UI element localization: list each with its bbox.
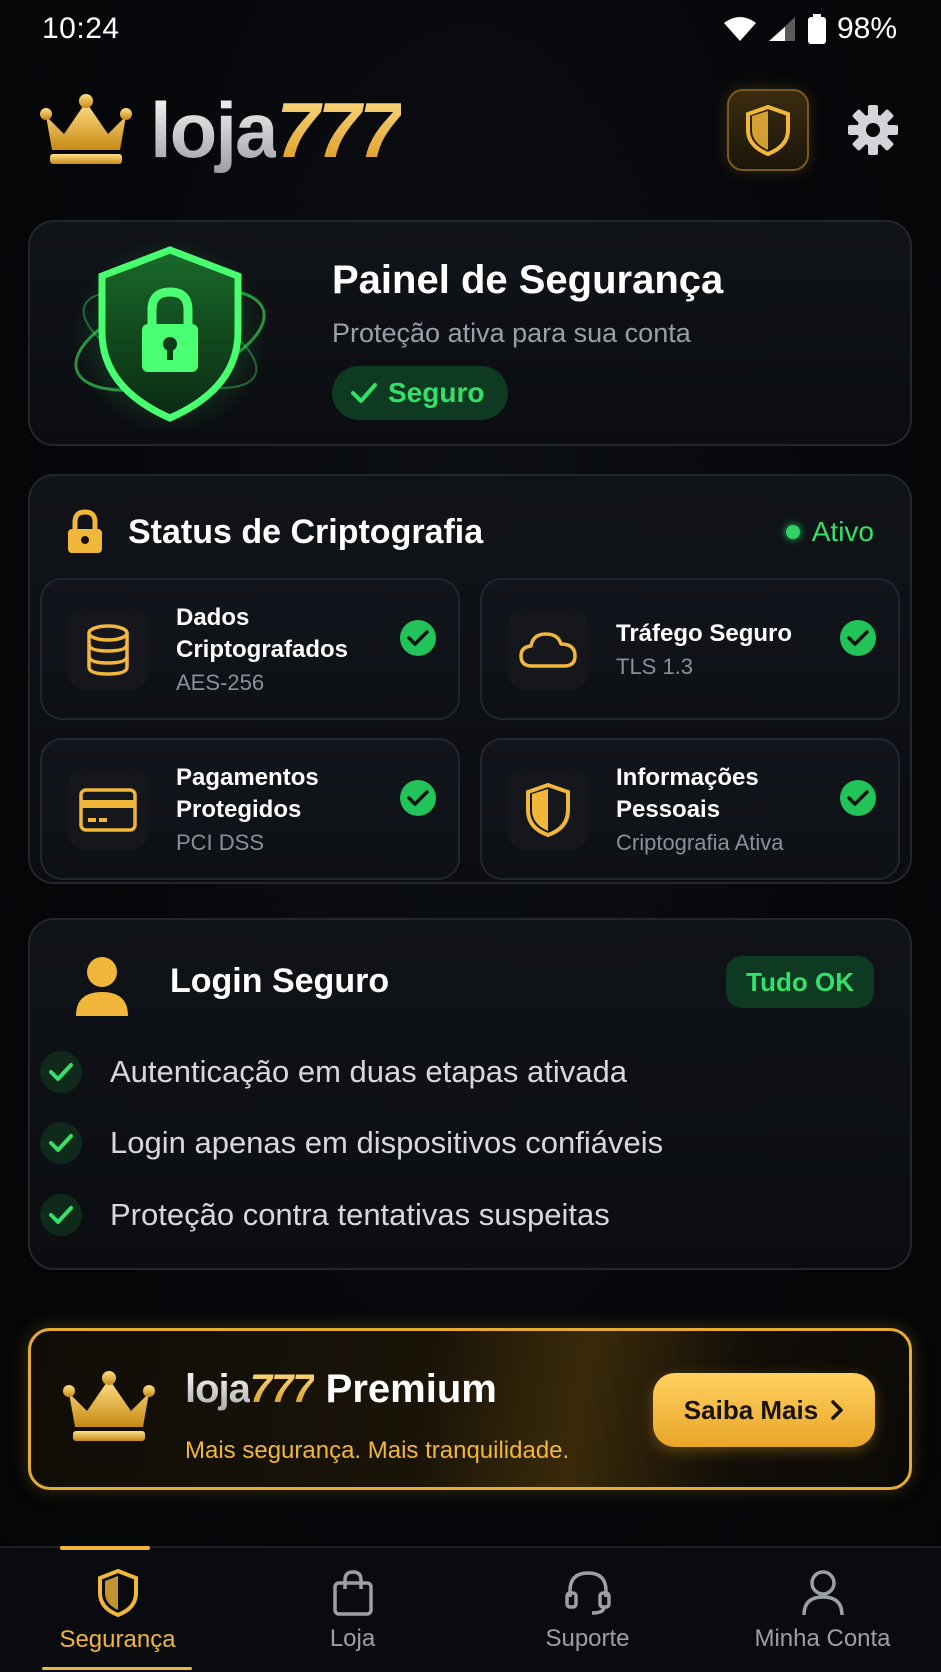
encryption-tile-traffic[interactable]: Tráfego Seguro TLS 1.3 bbox=[480, 578, 900, 720]
tile-title: Tráfego Seguro bbox=[616, 620, 793, 647]
nav-item-store[interactable]: Loja bbox=[235, 1548, 470, 1672]
gear-icon bbox=[848, 105, 898, 155]
cloud-icon bbox=[519, 632, 577, 668]
database-icon bbox=[87, 624, 129, 676]
encryption-tile-payments[interactable]: Pagamentos Protegidos PCI DSS bbox=[40, 738, 460, 880]
lock-icon bbox=[68, 509, 102, 553]
status-badge-label: Seguro bbox=[388, 377, 485, 408]
nav-item-security[interactable]: Segurança bbox=[0, 1546, 235, 1672]
premium-title: loja777 Premium bbox=[185, 1367, 497, 1412]
check-circle-icon bbox=[40, 1194, 82, 1236]
encryption-title: Status de Criptografia bbox=[128, 512, 484, 551]
user-icon bbox=[801, 1570, 844, 1616]
shield-icon bbox=[97, 1568, 138, 1618]
shopping-bag-icon bbox=[332, 1570, 373, 1616]
login-feature-label: Proteção contra tentativas suspeitas bbox=[110, 1197, 610, 1232]
login-feature-label: Login apenas em dispositivos confiáveis bbox=[110, 1125, 664, 1160]
tile-title: Dados Criptografados bbox=[176, 604, 349, 663]
encryption-status-label: Ativo bbox=[811, 516, 874, 547]
panel-subtitle: Proteção ativa para sua conta bbox=[332, 318, 691, 348]
encryption-status: Ativo bbox=[785, 516, 874, 548]
nav-item-account[interactable]: Minha Conta bbox=[705, 1548, 940, 1672]
security-panel-card: Painel de Segurança Proteção ativa para … bbox=[28, 220, 912, 446]
login-feature-item: Proteção contra tentativas suspeitas bbox=[40, 1191, 610, 1239]
login-feature-label: Autenticação em duas etapas ativada bbox=[110, 1054, 628, 1089]
check-circle-icon bbox=[40, 1122, 82, 1164]
learn-more-button[interactable]: Saiba Mais bbox=[653, 1373, 875, 1447]
nav-label: Loja bbox=[329, 1625, 376, 1652]
nav-label: Suporte bbox=[545, 1625, 630, 1652]
credit-card-icon bbox=[79, 788, 137, 832]
login-status-badge: Tudo OK bbox=[726, 956, 874, 1008]
wifi-icon bbox=[723, 17, 756, 41]
chevron-right-icon bbox=[831, 1400, 843, 1420]
nav-label: Segurança bbox=[59, 1626, 176, 1653]
clock: 10:24 bbox=[42, 12, 120, 45]
bottom-navigation: Segurança Loja Suporte Minha Conta bbox=[0, 1546, 941, 1672]
premium-subtitle: Mais segurança. Mais tranquilidade. bbox=[185, 1437, 570, 1464]
app-header: loja777 bbox=[40, 82, 901, 178]
check-icon bbox=[400, 620, 436, 656]
login-feature-item: Autenticação em duas etapas ativada bbox=[40, 1048, 627, 1096]
encryption-header: Status de Criptografia Ativo bbox=[66, 504, 874, 560]
logo-text-part1: loja bbox=[150, 86, 278, 174]
check-icon bbox=[840, 780, 876, 816]
encryption-tile-personal[interactable]: Informações Pessoais Criptografia Ativa bbox=[480, 738, 900, 880]
shield-icon bbox=[746, 104, 790, 156]
check-icon bbox=[840, 620, 876, 656]
nav-label: Minha Conta bbox=[754, 1625, 891, 1652]
tile-title: Pagamentos Protegidos bbox=[176, 764, 319, 823]
user-icon bbox=[76, 957, 128, 1016]
status-badge: Seguro bbox=[332, 366, 509, 420]
tile-subtitle: Criptografia Ativa bbox=[616, 830, 784, 855]
headset-icon bbox=[564, 1571, 611, 1615]
encryption-status-card: Status de Criptografia Ativo Dados Cript… bbox=[28, 474, 912, 884]
header-actions bbox=[727, 89, 901, 171]
crown-icon bbox=[63, 1371, 155, 1441]
battery-icon bbox=[807, 14, 826, 44]
shield-icon bbox=[526, 782, 570, 838]
check-circle-icon bbox=[40, 1051, 82, 1093]
premium-banner[interactable]: loja777 Premium Mais segurança. Mais tra… bbox=[28, 1328, 912, 1490]
check-icon bbox=[351, 383, 377, 403]
tile-title: Informações Pessoais bbox=[616, 764, 759, 823]
green-shield-lock-icon bbox=[72, 238, 268, 434]
login-title: Login Seguro bbox=[170, 962, 390, 1000]
premium-brand-part2: 777 bbox=[249, 1367, 315, 1411]
logo-text-part2: 777 bbox=[276, 86, 402, 174]
signal-icon bbox=[768, 17, 795, 41]
crown-icon bbox=[40, 94, 132, 164]
security-shield-button[interactable] bbox=[727, 89, 809, 171]
encryption-tile-data[interactable]: Dados Criptografados AES-256 bbox=[40, 578, 460, 720]
tile-subtitle: TLS 1.3 bbox=[616, 654, 694, 679]
learn-more-label: Saiba Mais bbox=[683, 1394, 819, 1425]
logo-text: loja777 bbox=[150, 91, 403, 169]
status-dot bbox=[785, 525, 800, 539]
tile-subtitle: AES-256 bbox=[176, 670, 265, 695]
check-icon bbox=[400, 780, 436, 816]
tile-subtitle: PCI DSS bbox=[176, 830, 265, 855]
panel-title: Painel de Segurança bbox=[332, 258, 724, 302]
premium-title-label: Premium bbox=[325, 1367, 497, 1411]
premium-brand-part1: loja bbox=[185, 1367, 251, 1411]
nav-item-support[interactable]: Suporte bbox=[470, 1548, 705, 1672]
login-feature-item: Login apenas em dispositivos confiáveis bbox=[40, 1119, 663, 1167]
status-bar: 10:24 98% bbox=[0, 0, 941, 58]
settings-button[interactable] bbox=[845, 102, 901, 158]
brand-logo[interactable]: loja777 bbox=[40, 91, 403, 169]
status-icons: 98% bbox=[723, 12, 897, 46]
battery-level: 98% bbox=[836, 12, 897, 45]
